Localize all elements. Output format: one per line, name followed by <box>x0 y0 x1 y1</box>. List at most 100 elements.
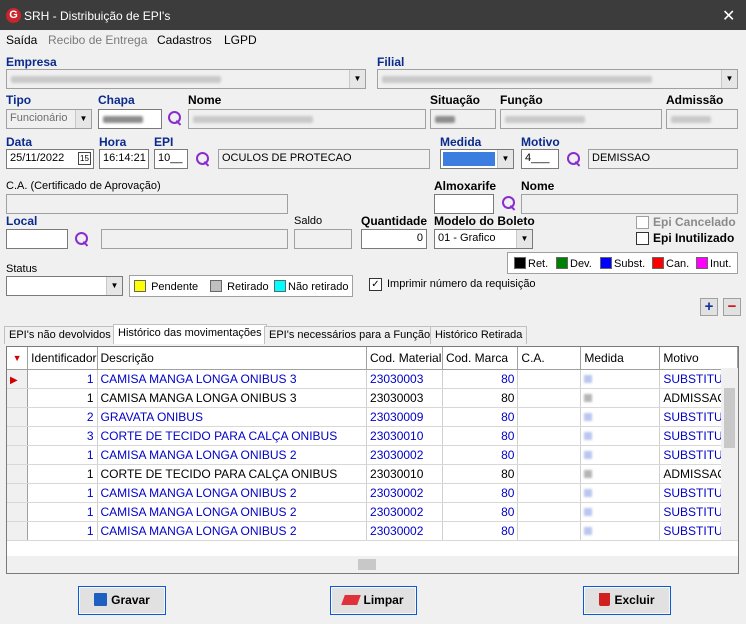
row-indicator[interactable] <box>7 426 29 446</box>
col-cod-material[interactable]: Cod. Material <box>366 347 443 370</box>
window-title: SRH - Distribuição de EPI's <box>24 9 171 23</box>
scroll-thumb[interactable] <box>724 388 735 448</box>
menu-bar: Saída Recibo de Entrega Cadastros LGPD <box>0 30 746 50</box>
calendar-icon[interactable]: 15 <box>78 152 91 165</box>
row-indicator[interactable] <box>7 502 29 522</box>
col-cod-marca[interactable]: Cod. Marca <box>442 347 519 370</box>
tab-historico-retirada[interactable]: Histórico Retirada <box>430 326 528 344</box>
chevron-down-icon[interactable]: ▼ <box>106 277 122 295</box>
medida-select[interactable]: ▼ <box>440 149 514 169</box>
tipo-select[interactable]: Funcionário ▼ <box>6 109 92 129</box>
table-row[interactable]: 1 CAMISA MANGA LONGA ONIBUS 2 23030002 80 SU… <box>7 445 738 465</box>
col-medida[interactable]: Medida <box>580 347 661 370</box>
table-row[interactable]: 1 CAMISA MANGA LONGA ONIBUS 3 23030003 80 AD… <box>7 388 738 408</box>
row-indicator[interactable] <box>7 483 29 503</box>
chevron-down-icon[interactable]: ▼ <box>75 110 91 128</box>
gravar-button[interactable]: Gravar <box>78 586 166 615</box>
table-header: ▼ Identificador Descrição Cod. Material … <box>7 347 738 370</box>
epi-cancelado-checkbox[interactable] <box>636 216 649 229</box>
excluir-button[interactable]: Excluir <box>583 586 671 615</box>
sort-arrow-icon[interactable]: ▼ <box>7 347 29 370</box>
almoxarife-input[interactable] <box>434 194 494 214</box>
gravar-label: Gravar <box>111 593 150 607</box>
cell-ca <box>517 502 582 522</box>
search-icon[interactable] <box>566 151 582 167</box>
modelo-boleto-value: 01 - Grafico <box>438 232 496 244</box>
chapa-input[interactable] <box>98 109 162 129</box>
cell-cod-marca: 80 <box>442 388 519 408</box>
legend-can-label: Can. <box>666 258 690 270</box>
vertical-scrollbar[interactable] <box>721 368 738 540</box>
epi-code-input[interactable]: 10__ <box>154 149 188 169</box>
add-row-button[interactable]: + <box>700 298 718 316</box>
local-input[interactable] <box>6 229 68 249</box>
remove-row-button[interactable]: − <box>723 298 741 316</box>
admissao-label: Admissão <box>666 93 724 107</box>
cell-medida <box>580 407 661 427</box>
almoxarife-nome-label: Nome <box>521 179 555 193</box>
limpar-button[interactable]: Limpar <box>330 586 417 615</box>
legend-inut: Inut. <box>696 257 731 270</box>
table-row[interactable]: ▶ 1 CAMISA MANGA LONGA ONIBUS 3 23030003 80 S… <box>7 369 738 389</box>
search-icon[interactable] <box>167 110 183 126</box>
cell-ca <box>517 388 582 408</box>
menu-recibo-entrega[interactable]: Recibo de Entrega <box>48 33 147 47</box>
modelo-boleto-select[interactable]: 01 - Grafico ▼ <box>434 229 533 249</box>
movements-grid[interactable]: ▼ Identificador Descrição Cod. Material … <box>6 346 739 574</box>
status-select[interactable]: ▼ <box>6 276 123 296</box>
scroll-thumb[interactable] <box>358 559 376 570</box>
cell-cod-marca: 80 <box>442 445 519 465</box>
chevron-down-icon[interactable]: ▼ <box>349 70 365 88</box>
motivo-code-input[interactable]: 4___ <box>521 149 559 169</box>
col-ca[interactable]: C.A. <box>517 347 582 370</box>
table-row[interactable]: 1 CAMISA MANGA LONGA ONIBUS 2 23030002 80 SU… <box>7 483 738 503</box>
horizontal-scrollbar[interactable] <box>7 556 738 573</box>
table-row[interactable]: 1 CAMISA MANGA LONGA ONIBUS 2 23030002 80 SU… <box>7 521 738 541</box>
menu-cadastros[interactable]: Cadastros <box>157 33 212 47</box>
imprimir-checkbox[interactable]: ✓ <box>369 278 382 291</box>
row-indicator[interactable] <box>7 521 29 541</box>
legend-dev-label: Dev. <box>570 258 592 270</box>
row-indicator[interactable]: ▶ <box>7 369 29 389</box>
legend-nao-retirado: Não retirado <box>274 280 349 293</box>
col-descricao[interactable]: Descrição <box>97 347 368 370</box>
filial-select[interactable]: ▼ <box>377 69 738 89</box>
cell-descricao: GRAVATA ONIBUS <box>97 407 368 427</box>
legend-can: Can. <box>652 257 689 270</box>
cell-identificador: 1 <box>27 483 98 503</box>
row-indicator[interactable] <box>7 407 29 427</box>
menu-lgpd[interactable]: LGPD <box>224 33 257 47</box>
table-row[interactable]: 1 CORTE DE TECIDO PARA CALÇA ONIBUS 230300… <box>7 464 738 484</box>
chevron-down-icon[interactable]: ▼ <box>516 230 532 248</box>
row-indicator[interactable] <box>7 388 29 408</box>
quantidade-input[interactable]: 0 <box>361 229 427 249</box>
table-row[interactable]: 2 GRAVATA ONIBUS 23030009 80 SUBSTITUI <box>7 407 738 427</box>
epi-inutilizado-checkbox[interactable] <box>636 232 649 245</box>
row-indicator[interactable] <box>7 445 29 465</box>
cell-identificador: 3 <box>27 426 98 446</box>
cell-cod-marca: 80 <box>442 521 519 541</box>
tab-historico-movimentacoes[interactable]: Histórico das movimentações <box>113 324 267 344</box>
table-row[interactable]: 3 CORTE DE TECIDO PARA CALÇA ONIBUS 230300… <box>7 426 738 446</box>
table-row[interactable]: 1 CAMISA MANGA LONGA ONIBUS 2 23030002 80 SU… <box>7 502 738 522</box>
excluir-label: Excluir <box>614 593 655 607</box>
tab-epis-nao-devolvidos[interactable]: EPI's não devolvidos <box>4 326 116 344</box>
search-icon[interactable] <box>74 231 90 247</box>
empresa-select[interactable]: ▼ <box>6 69 366 89</box>
menu-saida[interactable]: Saída <box>6 33 37 47</box>
row-indicator[interactable] <box>7 464 29 484</box>
chevron-down-icon[interactable]: ▼ <box>721 70 737 88</box>
search-icon[interactable] <box>501 195 517 211</box>
cell-ca <box>517 483 582 503</box>
data-input[interactable]: 25/11/2022 15 <box>6 149 94 169</box>
hora-input[interactable]: 16:14:21 <box>99 149 149 169</box>
cell-medida <box>580 521 661 541</box>
col-identificador[interactable]: Identificador <box>27 347 98 370</box>
medida-redacted <box>584 393 593 402</box>
saldo-label: Saldo <box>294 215 323 227</box>
col-motivo[interactable]: Motivo <box>659 347 738 370</box>
search-icon[interactable] <box>195 151 211 167</box>
close-icon[interactable]: ✕ <box>722 6 735 26</box>
chevron-down-icon[interactable]: ▼ <box>497 150 513 168</box>
tab-epis-necessarios[interactable]: EPI's necessários para a Função <box>264 326 436 344</box>
